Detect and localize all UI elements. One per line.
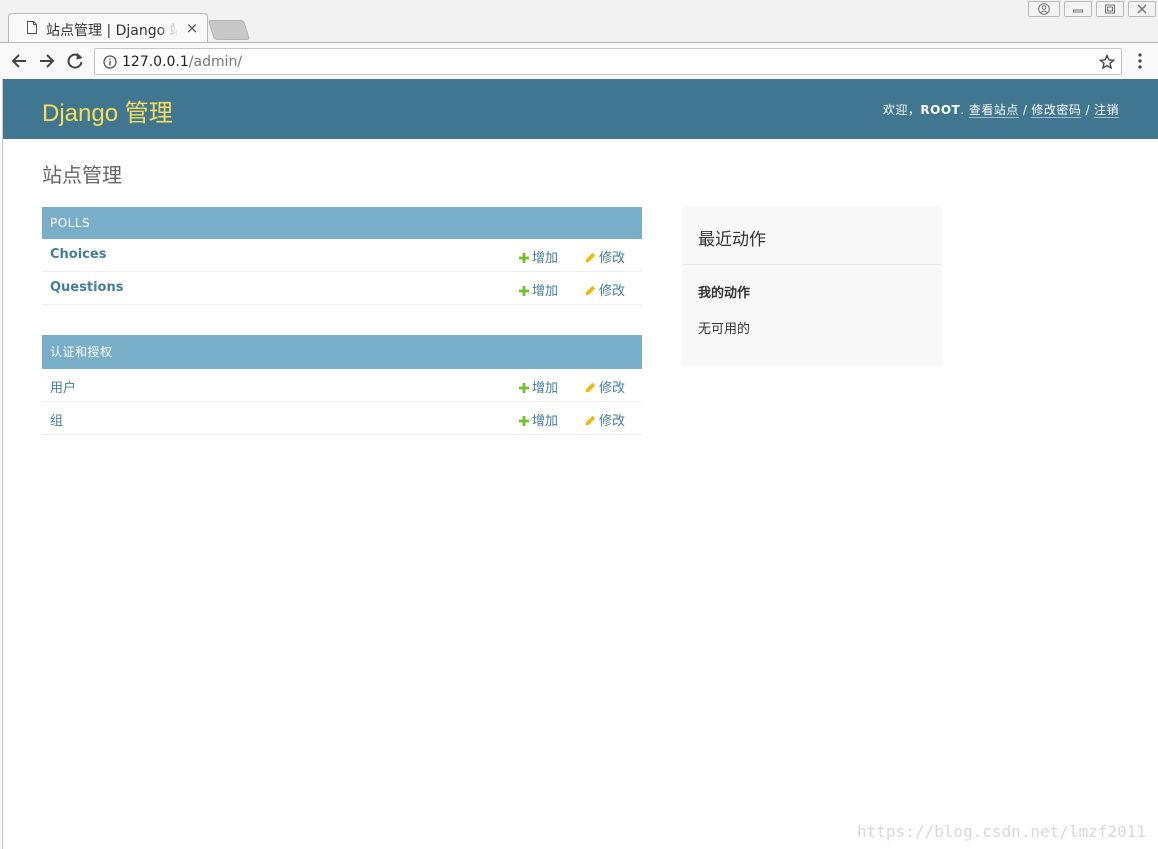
model-row: Choices 增加 修改 (42, 239, 642, 272)
change-link[interactable]: 修改 (585, 410, 625, 429)
kebab-menu-icon[interactable] (1132, 52, 1148, 70)
module-caption[interactable]: POLLS (42, 207, 642, 239)
maximize-icon (1105, 4, 1115, 14)
add-link[interactable]: 增加 (519, 410, 558, 429)
plus-icon (519, 383, 529, 393)
back-arrow-icon[interactable] (9, 51, 29, 71)
browser-toolbar: 127.0.0.1/admin/ (0, 42, 1158, 78)
window-controls (1028, 1, 1156, 19)
no-actions-text: 无可用的 (698, 322, 751, 337)
welcome-text: 欢迎， (882, 103, 921, 117)
site-branding[interactable]: Django 管理 (42, 93, 173, 128)
minimize-icon (1073, 9, 1083, 13)
address-bar[interactable]: 127.0.0.1/admin/ (94, 48, 1122, 75)
plus-icon (519, 253, 529, 263)
change-link[interactable]: 修改 (585, 280, 625, 299)
model-row: 用户 增加 修改 (42, 369, 642, 402)
model-link-questions[interactable]: Questions (50, 280, 123, 295)
person-icon (1038, 3, 1050, 15)
change-link[interactable]: 修改 (585, 377, 625, 396)
new-tab-button[interactable] (207, 20, 251, 40)
app-module-polls: POLLS Choices 增加 修改 Questions 增加 修改 (42, 207, 642, 305)
close-window-button[interactable] (1128, 1, 1156, 17)
browser-tab[interactable]: 站点管理 | Django 站点管理员 × (8, 13, 208, 42)
add-link[interactable]: 增加 (519, 247, 558, 266)
pencil-icon (585, 415, 596, 426)
pencil-icon (585, 285, 596, 296)
watermark: https://blog.csdn.net/lmzf2011 (857, 822, 1146, 841)
recent-actions-title: 最近动作 (698, 230, 766, 250)
change-password-link[interactable]: 修改密码 (1031, 103, 1082, 118)
tab-close-icon[interactable]: × (185, 19, 199, 37)
reload-icon[interactable] (65, 51, 85, 71)
close-icon (1137, 4, 1147, 14)
pencil-icon (585, 382, 596, 393)
profile-button[interactable] (1028, 1, 1060, 17)
separator: / (1022, 103, 1028, 117)
url-text: 127.0.0.1/admin/ (122, 54, 243, 70)
model-row: 组 增加 修改 (42, 402, 642, 435)
web-page: Django 管理 欢迎，ROOT. 查看站点 / 修改密码 / 注销 站点管理 POL… (2, 78, 1158, 849)
divider (682, 264, 942, 265)
page-title: 站点管理 (42, 163, 122, 187)
pencil-icon (585, 252, 596, 263)
browser-tab-strip: 站点管理 | Django 站点管理员 × (0, 0, 1158, 42)
logout-link[interactable]: 注销 (1093, 103, 1119, 118)
add-link[interactable]: 增加 (519, 377, 558, 396)
separator: / (1085, 103, 1090, 117)
recent-actions-panel: 最近动作 我的动作 无可用的 (682, 207, 942, 366)
username-suffix: . (960, 103, 965, 117)
model-link-groups[interactable]: 组 (50, 410, 63, 429)
module-caption[interactable]: 认证和授权 (42, 335, 642, 369)
info-icon[interactable] (103, 55, 117, 69)
model-link-choices[interactable]: Choices (50, 247, 106, 262)
model-row: Questions 增加 修改 (42, 272, 642, 305)
username: ROOT (920, 103, 961, 117)
plus-icon (519, 286, 529, 296)
minimize-button[interactable] (1064, 1, 1092, 17)
my-actions-heading: 我的动作 (698, 286, 751, 301)
change-link[interactable]: 修改 (585, 247, 625, 266)
add-link[interactable]: 增加 (519, 280, 558, 299)
django-header: Django 管理 欢迎，ROOT. 查看站点 / 修改密码 / 注销 (3, 79, 1158, 139)
plus-icon (519, 416, 529, 426)
model-link-users[interactable]: 用户 (50, 377, 76, 396)
bookmark-star-icon[interactable] (1099, 54, 1115, 70)
view-site-link[interactable]: 查看站点 (968, 103, 1019, 118)
app-module-auth: 认证和授权 用户 增加 修改 组 增加 修改 (42, 335, 642, 435)
maximize-button[interactable] (1096, 1, 1124, 17)
forward-arrow-icon[interactable] (37, 51, 57, 71)
tab-title: 站点管理 | Django 站点管理员 (46, 23, 178, 38)
document-icon (27, 21, 37, 34)
user-tools: 欢迎，ROOT. 查看站点 / 修改密码 / 注销 (883, 101, 1119, 118)
